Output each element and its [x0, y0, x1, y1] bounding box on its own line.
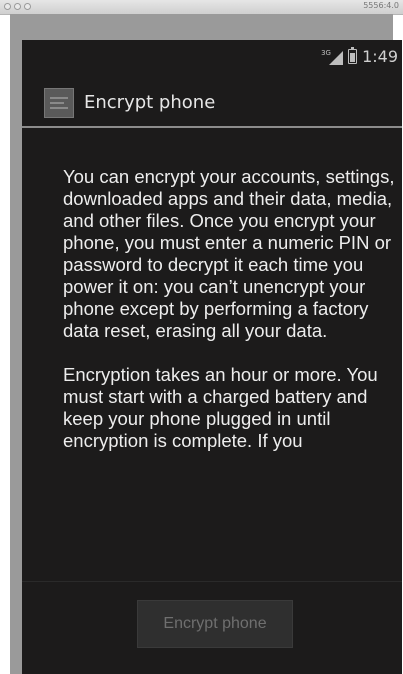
window-titlebar: 5556:4.0	[0, 0, 403, 15]
status-icons: 3G 1:49	[321, 47, 398, 66]
zoom-window-icon[interactable]	[24, 3, 31, 10]
description-paragraph-2: Encryption takes an hour or more. You mu…	[63, 364, 378, 451]
status-time: 1:49	[362, 47, 398, 66]
button-bar-divider	[22, 581, 402, 582]
description-paragraph-1: You can encrypt your accounts, settings,…	[63, 166, 395, 341]
status-bar: 3G 1:49	[22, 40, 402, 80]
action-bar: Encrypt phone	[22, 80, 402, 126]
phone-screen: 3G 1:49 Encrypt phone You can encrypt yo…	[22, 40, 402, 674]
description-scroll-area[interactable]: You can encrypt your accounts, settings,…	[63, 166, 396, 581]
close-window-icon[interactable]	[4, 3, 11, 10]
minimize-window-icon[interactable]	[14, 3, 21, 10]
action-bar-divider	[22, 126, 402, 128]
app-window: 5556:4.0 3G 1:49 Encrypt phone You can e…	[0, 0, 403, 674]
encrypt-phone-button[interactable]: Encrypt phone	[137, 600, 293, 648]
battery-icon	[348, 47, 358, 64]
signal-3g-icon: 3G	[321, 49, 344, 65]
settings-app-icon[interactable]	[44, 88, 74, 118]
window-title: 5556:4.0	[363, 1, 399, 10]
page-title: Encrypt phone	[84, 92, 216, 113]
